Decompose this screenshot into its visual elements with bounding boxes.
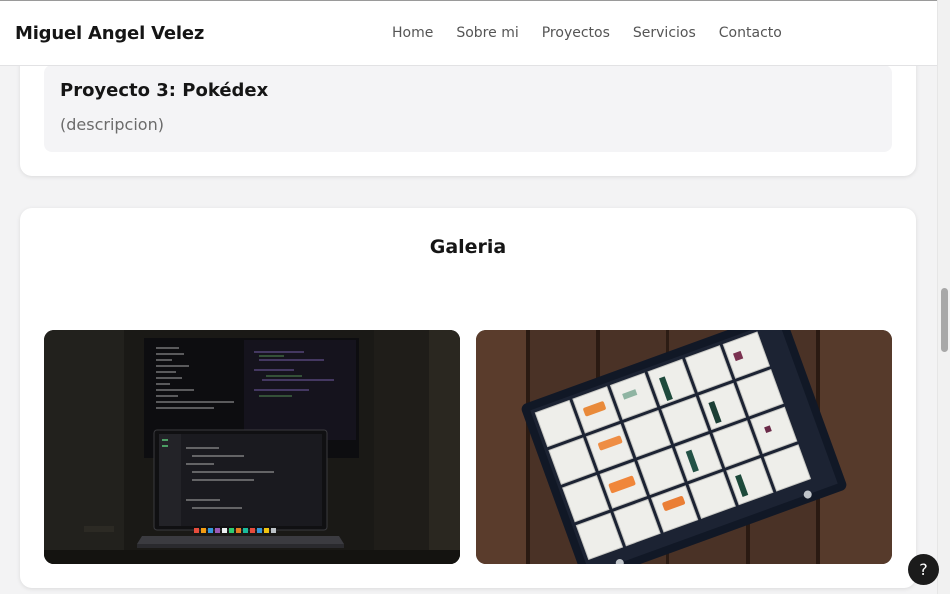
gallery-image-minerals (476, 330, 892, 564)
project-description: (descripcion) (60, 115, 164, 134)
project-title: Proyecto 3: Pokédex (60, 80, 269, 101)
page-scrollbar[interactable] (937, 0, 950, 594)
top-navbar: Miguel Angel Velez Home Sobre mi Proyect… (0, 0, 937, 66)
gallery-image-laptop (44, 330, 460, 564)
nav-contacto[interactable]: Contacto (719, 25, 782, 41)
scrollbar-thumb[interactable] (941, 288, 948, 352)
nav-servicios[interactable]: Servicios (633, 25, 696, 41)
site-brand[interactable]: Miguel Angel Velez (15, 23, 204, 44)
nav-proyectos[interactable]: Proyectos (542, 25, 610, 41)
nav-sobre-mi[interactable]: Sobre mi (456, 25, 518, 41)
gallery-title: Galeria (429, 236, 507, 258)
help-button[interactable]: ? (908, 554, 939, 585)
gallery-card: Galeria (20, 208, 916, 588)
project-item-3: Proyecto 3: Pokédex (descripcion) (44, 65, 892, 152)
nav-home[interactable]: Home (392, 25, 433, 41)
main-nav: Home Sobre mi Proyectos Servicios Contac… (392, 25, 805, 41)
